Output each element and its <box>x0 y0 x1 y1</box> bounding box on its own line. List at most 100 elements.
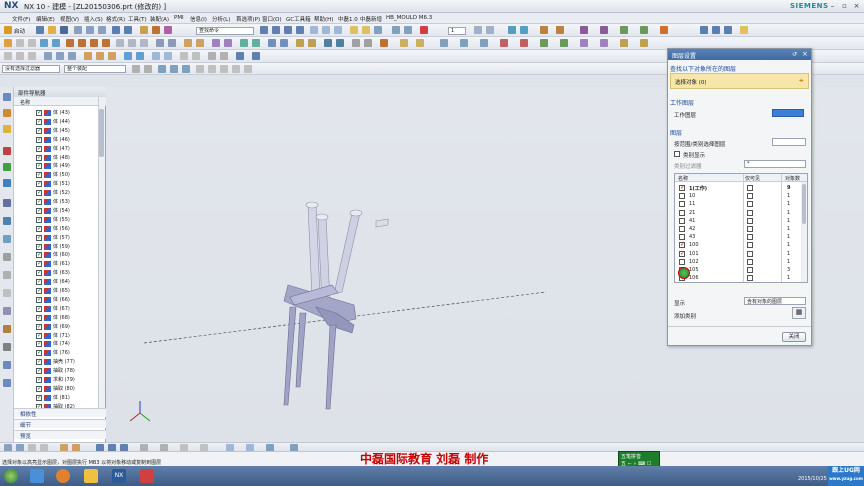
navigator-row[interactable]: 体 (63) <box>14 269 98 277</box>
visible-layer-icon[interactable] <box>486 26 494 34</box>
layer-settings-icon[interactable] <box>474 26 482 34</box>
process-studio-icon[interactable] <box>3 235 11 243</box>
mesh-icon[interactable] <box>460 39 468 47</box>
visibility-checkbox[interactable] <box>36 305 42 313</box>
redo-icon[interactable] <box>124 26 132 34</box>
view-front-icon[interactable] <box>700 26 708 34</box>
save-icon[interactable] <box>60 26 68 34</box>
layer-visible-only-checkbox[interactable] <box>747 209 753 216</box>
layer-visible-checkbox[interactable] <box>679 217 685 224</box>
visibility-checkbox[interactable] <box>36 367 42 375</box>
layer-row[interactable]: 100 1 <box>675 241 801 249</box>
view-top-icon[interactable] <box>712 26 720 34</box>
minimize-button[interactable]: – <box>828 2 837 10</box>
visibility-checkbox[interactable] <box>36 109 42 117</box>
snap-center-icon[interactable] <box>220 65 228 73</box>
pan-icon[interactable] <box>296 26 304 34</box>
menu-window[interactable]: 窗口(O) <box>262 15 282 23</box>
pmi-icon[interactable] <box>3 325 11 333</box>
roles-icon[interactable] <box>3 271 11 279</box>
sphere-icon[interactable] <box>102 39 110 47</box>
navigator-row[interactable]: 体 (66) <box>14 296 98 304</box>
constraint-icon[interactable] <box>124 52 132 60</box>
mold-tool-icon[interactable] <box>540 39 548 47</box>
block-icon[interactable] <box>66 39 74 47</box>
display-icon[interactable] <box>374 26 382 34</box>
edge-blend-icon[interactable] <box>184 39 192 47</box>
part-navigator-icon[interactable] <box>3 125 11 133</box>
navigator-scroll-thumb[interactable] <box>99 109 104 157</box>
menu-hb-mould[interactable]: HB_MOULD M6.3 <box>386 15 432 21</box>
navigator-row[interactable]: 体 (69) <box>14 323 98 331</box>
navigator-row[interactable]: 体 (44) <box>14 118 98 126</box>
menu-edit[interactable]: 编辑(E) <box>36 15 55 23</box>
open-icon[interactable] <box>48 26 56 34</box>
draft-icon[interactable] <box>224 39 232 47</box>
view-right-icon[interactable] <box>724 26 732 34</box>
close-button[interactable]: × <box>852 2 861 10</box>
section-icon[interactable] <box>164 52 172 60</box>
visibility-checkbox[interactable] <box>36 243 42 251</box>
fill-icon[interactable] <box>660 26 668 34</box>
extend-icon[interactable] <box>108 52 116 60</box>
layer-visible-only-checkbox[interactable] <box>747 242 753 249</box>
ie-icon[interactable] <box>30 469 44 483</box>
wcs-icon[interactable] <box>508 26 516 34</box>
new-icon[interactable] <box>36 26 44 34</box>
zoom-icon[interactable] <box>272 26 280 34</box>
web-browser-icon[interactable] <box>3 179 11 187</box>
visibility-checkbox[interactable] <box>36 260 42 268</box>
menu-gc-toolbox[interactable]: GC工具箱 <box>286 15 311 23</box>
navigator-row[interactable]: 体 (54) <box>14 207 98 215</box>
crosshair-icon[interactable]: ⌖ <box>799 76 804 86</box>
thicken-icon[interactable] <box>336 39 344 47</box>
visibility-checkbox[interactable] <box>36 251 42 259</box>
visibility-checkbox[interactable] <box>36 145 42 153</box>
add-category-icon[interactable]: ▦ <box>792 307 806 319</box>
history-icon[interactable] <box>3 199 11 207</box>
feature-icon[interactable] <box>380 39 388 47</box>
curve-icon[interactable] <box>400 39 408 47</box>
navigator-row[interactable]: 体 (48) <box>14 154 98 162</box>
manufacturing-wizard-icon[interactable] <box>3 253 11 261</box>
type-filter-combo[interactable]: 没有选择过滤器 <box>2 65 60 73</box>
command-finder-input[interactable]: 查找命令 <box>196 27 254 35</box>
navigator-row[interactable]: 体 (81) <box>14 394 98 402</box>
trim-body-icon[interactable] <box>268 39 276 47</box>
layer-row[interactable]: 10 1 <box>675 192 801 200</box>
navigator-row[interactable]: 体 (50) <box>14 171 98 179</box>
layer-visible-checkbox[interactable] <box>679 258 685 265</box>
datum-icon[interactable] <box>40 39 48 47</box>
layer-scroll-thumb[interactable] <box>802 184 806 224</box>
reset-icon[interactable]: ↺ <box>792 51 797 58</box>
category-filter-input[interactable]: * <box>744 160 806 168</box>
measure-icon[interactable] <box>540 26 548 34</box>
visibility-checkbox[interactable] <box>36 287 42 295</box>
navigator-details-section[interactable]: 细节 <box>14 419 106 429</box>
extrude-icon[interactable] <box>152 26 160 34</box>
move-face-icon[interactable] <box>352 39 360 47</box>
boss-icon[interactable] <box>168 39 176 47</box>
object-display-icon[interactable] <box>208 52 216 60</box>
show-icon[interactable] <box>404 26 412 34</box>
navigator-row[interactable]: 求和 (79) <box>14 376 98 384</box>
grid-icon[interactable] <box>180 52 188 60</box>
offset-face-icon[interactable] <box>296 39 304 47</box>
select-all-icon[interactable] <box>132 65 140 73</box>
visibility-checkbox[interactable] <box>36 136 42 144</box>
settings-icon[interactable] <box>3 343 11 351</box>
snap-end-icon[interactable] <box>196 65 204 73</box>
visibility-checkbox[interactable] <box>36 162 42 170</box>
hole-icon[interactable] <box>156 39 164 47</box>
navigator-row[interactable]: 体 (61) <box>14 260 98 268</box>
navigator-row[interactable]: 体 (76) <box>14 349 98 357</box>
assembly-navigator-icon[interactable] <box>3 93 11 101</box>
reuse-library-icon[interactable] <box>3 147 11 155</box>
hide-object-icon[interactable] <box>220 52 228 60</box>
point-icon[interactable] <box>52 39 60 47</box>
navigator-row[interactable]: 体 (59) <box>14 243 98 251</box>
sketch-icon[interactable] <box>140 26 148 34</box>
cone-icon[interactable] <box>90 39 98 47</box>
menu-help[interactable]: 帮助(H) <box>314 15 333 23</box>
navigator-row[interactable]: 体 (67) <box>14 305 98 313</box>
